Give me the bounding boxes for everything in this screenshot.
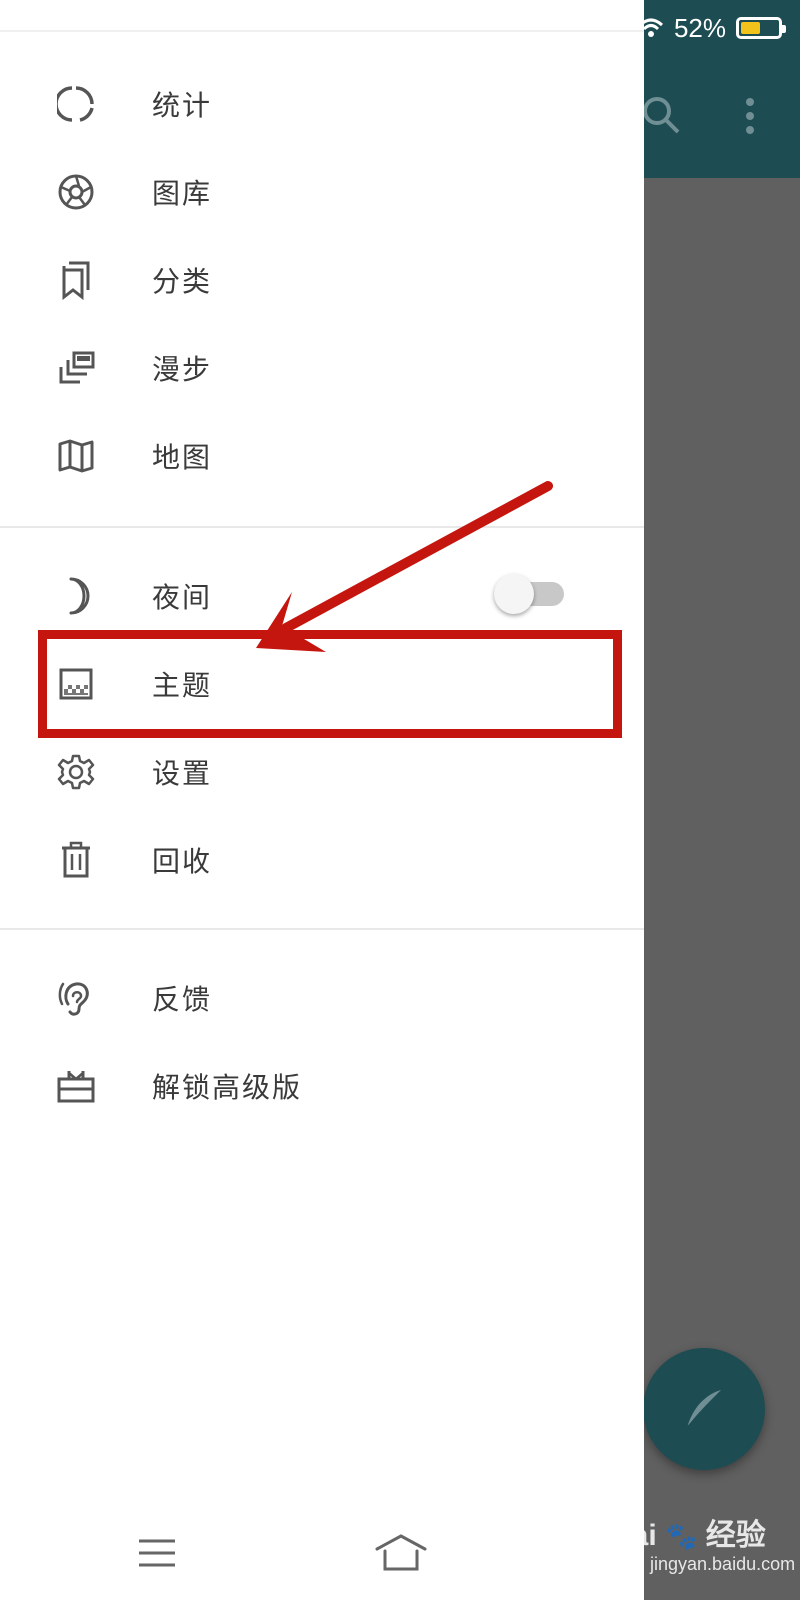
annotation-arrow	[256, 481, 553, 652]
compose-fab[interactable]	[643, 1348, 765, 1470]
system-navigation-bar	[0, 1500, 644, 1600]
menu-item-settings[interactable]: 设置	[0, 728, 644, 816]
gift-box-icon	[55, 1065, 97, 1107]
menu-item-trash[interactable]: 回收	[0, 816, 644, 904]
gear-icon	[55, 751, 97, 793]
trash-icon	[55, 839, 97, 881]
watermark-brand-cn: 经验	[705, 1519, 766, 1552]
menu-item-label: 回收	[152, 845, 213, 878]
home-icon	[375, 1534, 427, 1571]
menu-nav-button[interactable]	[127, 1528, 187, 1578]
menu-item-feedback[interactable]: 反馈	[0, 954, 644, 1042]
ear-icon	[55, 977, 97, 1019]
watermark-brand: Bai	[610, 1519, 657, 1552]
section-divider	[0, 928, 644, 930]
feather-icon	[686, 1390, 721, 1429]
baidu-watermark: Bai 🐾 经验 jingyan.baidu.com	[610, 1510, 795, 1575]
paw-icon: 🐾	[665, 1521, 698, 1551]
hamburger-icon	[139, 1539, 175, 1567]
menu-item-label: 反馈	[152, 983, 213, 1016]
watermark-url: jingyan.baidu.com	[650, 1554, 796, 1574]
home-nav-button[interactable]	[371, 1528, 431, 1578]
menu-item-label: 解锁高级版	[152, 1071, 303, 1104]
menu-item-label: 设置	[152, 757, 213, 790]
menu-item-premium[interactable]: 解锁高级版	[0, 1042, 644, 1130]
